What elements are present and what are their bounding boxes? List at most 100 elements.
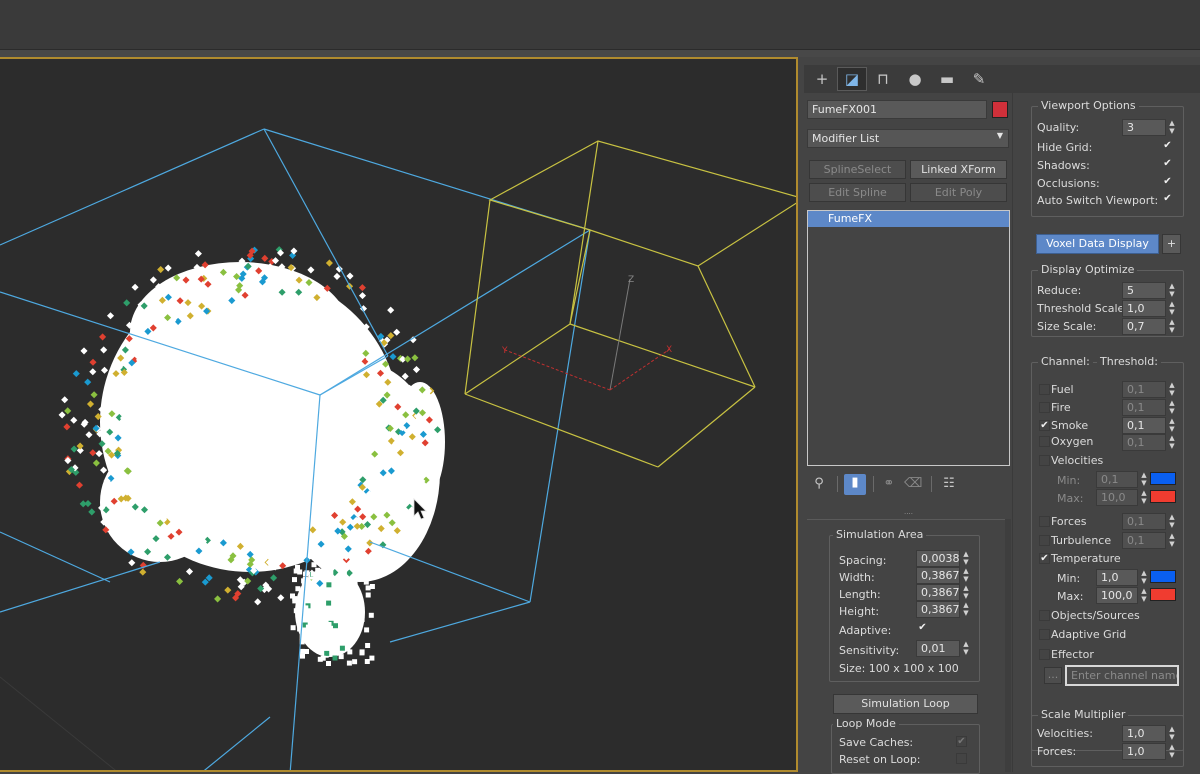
threshold-scale-input[interactable]: 1,0 — [1122, 300, 1166, 317]
display-icon[interactable]: ▬ — [932, 67, 962, 91]
stack-item-fumefx[interactable]: FumeFX — [808, 211, 1009, 227]
height-spinner[interactable]: ▲ ▼ — [961, 601, 971, 618]
size-scale-spinner[interactable]: ▲ ▼ — [1167, 318, 1177, 335]
forces-checkbox[interactable] — [1039, 516, 1050, 527]
smoke-checkbox[interactable]: ✔ — [1039, 420, 1050, 431]
modifier-list-dropdown[interactable]: Modifier List ▼ — [807, 129, 1009, 148]
motion-icon[interactable]: ● — [900, 67, 930, 91]
reset-on-loop-checkbox[interactable] — [956, 753, 967, 764]
temperature-max-color-swatch[interactable] — [1150, 588, 1176, 601]
effector-label: Effector — [1051, 648, 1094, 661]
temperature-max-label: Max: — [1057, 590, 1084, 603]
temperature-min-input[interactable]: 1,0 — [1096, 569, 1138, 586]
rollout-scrollbar[interactable] — [1005, 519, 1011, 772]
height-input[interactable]: 0,38673 — [916, 601, 960, 618]
voxel-data-display-button[interactable]: Voxel Data Display — [1036, 234, 1159, 254]
oxygen-checkbox[interactable] — [1039, 436, 1050, 447]
reduce-spinner[interactable]: ▲ ▼ — [1167, 282, 1177, 299]
threshold-scale-spinner[interactable]: ▲ ▼ — [1167, 300, 1177, 317]
edit-spline-button[interactable]: Edit Spline — [809, 183, 906, 202]
temperature-max-spinner[interactable]: ▲ ▼ — [1139, 587, 1149, 604]
object-name-field[interactable]: FumeFX001 — [807, 100, 987, 119]
viewport-3d[interactable]: Z Y X — [0, 57, 798, 772]
sensitivity-spinner[interactable]: ▲ ▼ — [961, 640, 971, 657]
fire-threshold-spinner[interactable]: ▲ ▼ — [1167, 399, 1177, 416]
objects-sources-checkbox[interactable] — [1039, 610, 1050, 621]
channel-name-input[interactable]: Enter channel name — [1065, 665, 1179, 686]
edit-poly-button[interactable]: Edit Poly — [910, 183, 1007, 202]
turbulence-checkbox[interactable] — [1039, 535, 1050, 546]
reduce-input[interactable]: 5 — [1122, 282, 1166, 299]
spacing-input[interactable]: 0,00386 — [916, 550, 960, 567]
velocities-scale-input[interactable]: 1,0 — [1122, 725, 1166, 742]
hierarchy-icon[interactable]: ⊓ — [868, 67, 898, 91]
channel-browse-button[interactable]: ... — [1044, 667, 1062, 684]
temperature-min-color-swatch[interactable] — [1150, 570, 1176, 583]
save-caches-label: Save Caches: — [839, 736, 914, 749]
length-spinner[interactable]: ▲ ▼ — [961, 584, 971, 601]
fire-threshold-input[interactable]: 0,1 — [1122, 399, 1166, 416]
fuel-threshold-spinner[interactable]: ▲ ▼ — [1167, 381, 1177, 398]
linked-xform-button[interactable]: Linked XForm — [910, 160, 1007, 179]
threshold-header: Threshold: — [1097, 355, 1161, 368]
quality-spinner[interactable]: ▲ ▼ — [1167, 119, 1177, 136]
adaptive-checkbox[interactable]: ✔ — [917, 623, 928, 634]
shadows-checkbox[interactable]: ✔ — [1162, 159, 1173, 170]
temperature-max-input[interactable]: 100,0 — [1096, 587, 1138, 604]
oxygen-threshold-spinner[interactable]: ▲ ▼ — [1167, 434, 1177, 451]
hide-grid-checkbox[interactable]: ✔ — [1162, 141, 1173, 152]
velocities-min-spinner[interactable]: ▲ ▼ — [1139, 471, 1149, 488]
modifier-stack-list[interactable]: FumeFX — [807, 210, 1010, 466]
velocities-max-spinner[interactable]: ▲ ▼ — [1139, 489, 1149, 506]
velocities-scale-spinner[interactable]: ▲ ▼ — [1167, 725, 1177, 742]
configure-sets-icon[interactable]: ☷ — [940, 475, 958, 493]
toolbar-divider — [837, 476, 838, 492]
smoke-threshold-spinner[interactable]: ▲ ▼ — [1167, 417, 1177, 434]
velocities-max-input[interactable]: 10,0 — [1096, 489, 1138, 506]
adaptive-grid-checkbox[interactable] — [1039, 629, 1050, 640]
remove-modifier-icon[interactable]: ⌫ — [904, 475, 922, 493]
utilities-wrench-icon[interactable]: ✎ — [964, 67, 994, 91]
forces-threshold-input[interactable]: 0,1 — [1122, 513, 1166, 530]
simulation-loop-button[interactable]: Simulation Loop — [833, 694, 978, 714]
spacing-spinner[interactable]: ▲ ▼ — [961, 550, 971, 567]
pin-stack-icon[interactable]: ⚲ — [810, 475, 828, 493]
show-end-result-icon[interactable]: ▮ — [844, 474, 866, 495]
plus-create-icon[interactable]: + — [807, 67, 837, 91]
adaptive-grid-label: Adaptive Grid — [1051, 628, 1127, 641]
velocities-max-color-swatch[interactable] — [1150, 490, 1176, 503]
add-display-button[interactable]: + — [1162, 234, 1181, 254]
width-input[interactable]: 0,38673 — [916, 567, 960, 584]
fuel-label: Fuel — [1051, 383, 1074, 396]
sensitivity-input[interactable]: 0,01 — [916, 640, 960, 657]
panel-resize-handle[interactable]: ···· — [807, 511, 1010, 518]
oxygen-threshold-input[interactable]: 0,1 — [1122, 434, 1166, 451]
temperature-checkbox[interactable]: ✔ — [1039, 553, 1050, 564]
velocities-min-color-swatch[interactable] — [1150, 472, 1176, 485]
turbulence-threshold-input[interactable]: 0,1 — [1122, 532, 1166, 549]
simulation-area-title: Simulation Area — [833, 528, 927, 541]
quality-input[interactable]: 3 — [1122, 119, 1166, 136]
velocities-min-input[interactable]: 0,1 — [1096, 471, 1138, 488]
modify-icon[interactable]: ◪ — [837, 67, 867, 91]
fuel-threshold-input[interactable]: 0,1 — [1122, 381, 1166, 398]
smoke-threshold-input[interactable]: 0,1 — [1122, 417, 1166, 434]
velocities-checkbox[interactable] — [1039, 455, 1050, 466]
auto-switch-viewport-checkbox[interactable]: ✔ — [1162, 194, 1173, 205]
effector-checkbox[interactable] — [1039, 649, 1050, 660]
forces-scale-spinner[interactable]: ▲ ▼ — [1167, 743, 1177, 760]
width-spinner[interactable]: ▲ ▼ — [961, 567, 971, 584]
save-caches-checkbox[interactable]: ✔ — [956, 736, 967, 747]
fuel-checkbox[interactable] — [1039, 384, 1050, 395]
turbulence-threshold-spinner[interactable]: ▲ ▼ — [1167, 532, 1177, 549]
make-unique-icon[interactable]: ⚭ — [880, 475, 898, 493]
object-color-swatch[interactable] — [992, 101, 1008, 118]
length-input[interactable]: 0,38673 — [916, 584, 960, 601]
forces-threshold-spinner[interactable]: ▲ ▼ — [1167, 513, 1177, 530]
splineselect-button[interactable]: SplineSelect — [809, 160, 906, 179]
temperature-min-spinner[interactable]: ▲ ▼ — [1139, 569, 1149, 586]
forces-scale-input[interactable]: 1,0 — [1122, 743, 1166, 760]
fire-checkbox[interactable] — [1039, 402, 1050, 413]
occlusions-checkbox[interactable]: ✔ — [1162, 177, 1173, 188]
size-scale-input[interactable]: 0,7 — [1122, 318, 1166, 335]
